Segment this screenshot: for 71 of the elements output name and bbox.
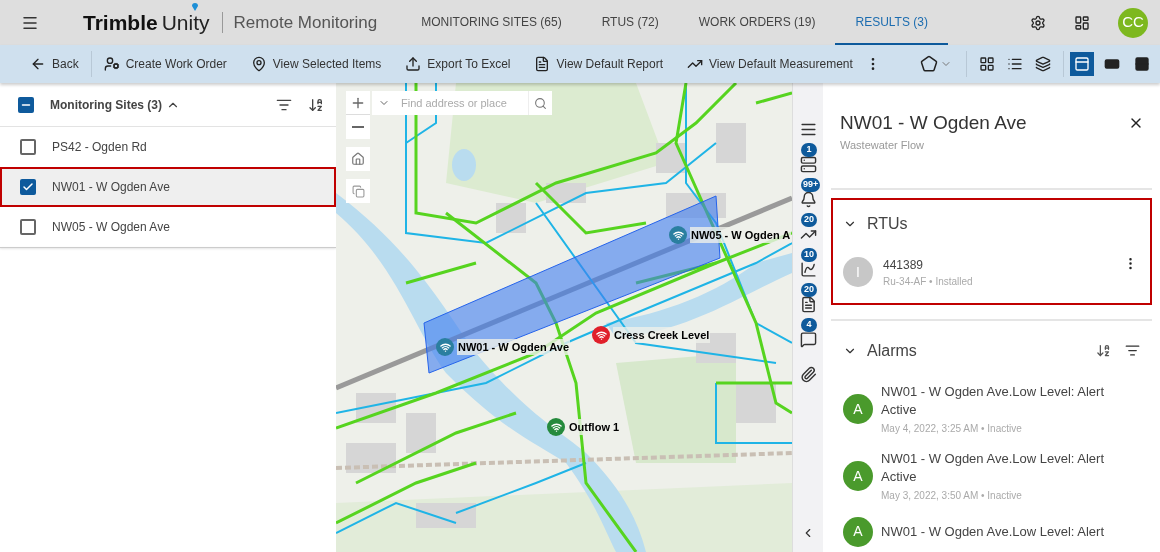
- count-badge: 4: [801, 318, 817, 332]
- home-button[interactable]: [346, 147, 370, 171]
- rtu-meta: Ru-34-AF • Installed: [883, 274, 973, 289]
- bell-icon[interactable]: [799, 189, 817, 209]
- site-row[interactable]: NW05 - W Ogden Ave: [0, 207, 336, 247]
- pin-mark-icon: [191, 3, 198, 11]
- toolbar-button[interactable]: View Selected Items: [238, 55, 394, 73]
- stacked-squares-icon: [351, 184, 365, 198]
- person-gear-icon: [103, 56, 120, 72]
- site-name: NW01 - W Ogden Ave: [52, 179, 170, 196]
- details-title: NW01 - W Ogden Ave: [840, 111, 1027, 135]
- search-icon: [534, 96, 547, 110]
- nav-tab[interactable]: MONITORING SITES (65): [401, 0, 582, 45]
- settings-icon[interactable]: [1030, 14, 1046, 31]
- count-badge: 1: [801, 143, 817, 157]
- check-icon: [22, 181, 34, 193]
- count-badge: 10: [801, 248, 817, 262]
- basemap-button[interactable]: [346, 179, 370, 203]
- home-icon: [351, 152, 365, 166]
- panel-title: Monitoring Sites (3): [50, 96, 162, 114]
- document-icon[interactable]: [799, 294, 817, 314]
- filter-icon[interactable]: [1125, 343, 1140, 358]
- nav-tab[interactable]: RTUS (72): [581, 0, 679, 45]
- toolbar-button[interactable]: Back: [30, 55, 91, 73]
- section-title: Alarms: [867, 340, 917, 361]
- sort-icon[interactable]: [1096, 343, 1111, 358]
- panel-top-icon: [1074, 56, 1090, 72]
- app-title: Remote Monitoring: [233, 11, 378, 34]
- sort-icon[interactable]: [308, 96, 324, 113]
- checkbox[interactable]: [20, 139, 36, 155]
- rtu-name: 441389: [883, 256, 925, 274]
- site-name: NW05 - W Ogden Ave: [52, 219, 170, 236]
- site-name: PS42 - Ogden Rd: [52, 139, 147, 156]
- logo-wordmark: Trimble: [83, 12, 158, 33]
- rows-icon: [1134, 56, 1150, 72]
- nav-tab[interactable]: WORK ORDERS (19): [678, 0, 836, 45]
- logo-product: Unity: [161, 12, 210, 33]
- comment-icon[interactable]: [799, 329, 817, 349]
- dashboard-icon[interactable]: [1074, 14, 1090, 31]
- toolbar-button[interactable]: Create Work Order: [91, 55, 239, 73]
- alarm-avatar: A: [843, 461, 873, 491]
- count-badge: 20: [801, 283, 817, 297]
- document-icon: [534, 56, 551, 72]
- toolbar-button[interactable]: View Default Measurement: [675, 55, 865, 73]
- alarm-title: NW01 - W Ogden Ave.Low Level: Alert Active: [881, 449, 1106, 486]
- count-badge: 20: [801, 213, 817, 227]
- search-field[interactable]: Find address or place: [396, 91, 528, 115]
- map-pin-icon: [250, 56, 267, 72]
- device-icon[interactable]: [799, 154, 817, 174]
- alarm-avatar: A: [843, 394, 873, 424]
- checkbox[interactable]: [20, 179, 36, 195]
- alarm-title: NW01 - W Ogden Ave.Low Level: Alert: [881, 522, 1106, 541]
- section-title: RTUs: [867, 213, 908, 234]
- pentagon-icon: [920, 55, 938, 73]
- toolbar-button[interactable]: View Default Report: [522, 55, 675, 73]
- rectangle-icon: [1104, 56, 1120, 72]
- minus-icon: [352, 126, 364, 128]
- checkbox[interactable]: [18, 96, 34, 113]
- toolbar-button[interactable]: Export To Excel: [393, 55, 523, 73]
- details-subtitle: Wastewater Flow: [840, 138, 925, 153]
- alarm-time: May 3, 2022, 3:50 AM • Inactive: [881, 488, 1023, 503]
- site-row[interactable]: NW01 - W Ogden Ave: [0, 167, 336, 207]
- search-button[interactable]: [528, 91, 552, 115]
- upload-icon: [405, 56, 422, 72]
- alarm-avatar: A: [843, 516, 873, 547]
- count-badge: 99+: [801, 178, 821, 192]
- site-row[interactable]: PS42 - Ogden Rd: [0, 127, 336, 167]
- alarm-time: May 4, 2022, 3:25 AM • Inactive: [881, 421, 1023, 436]
- alarm-title: NW01 - W Ogden Ave.Low Level: Alert Active: [881, 382, 1106, 419]
- checkbox[interactable]: [20, 219, 36, 235]
- paperclip-icon[interactable]: [799, 364, 817, 384]
